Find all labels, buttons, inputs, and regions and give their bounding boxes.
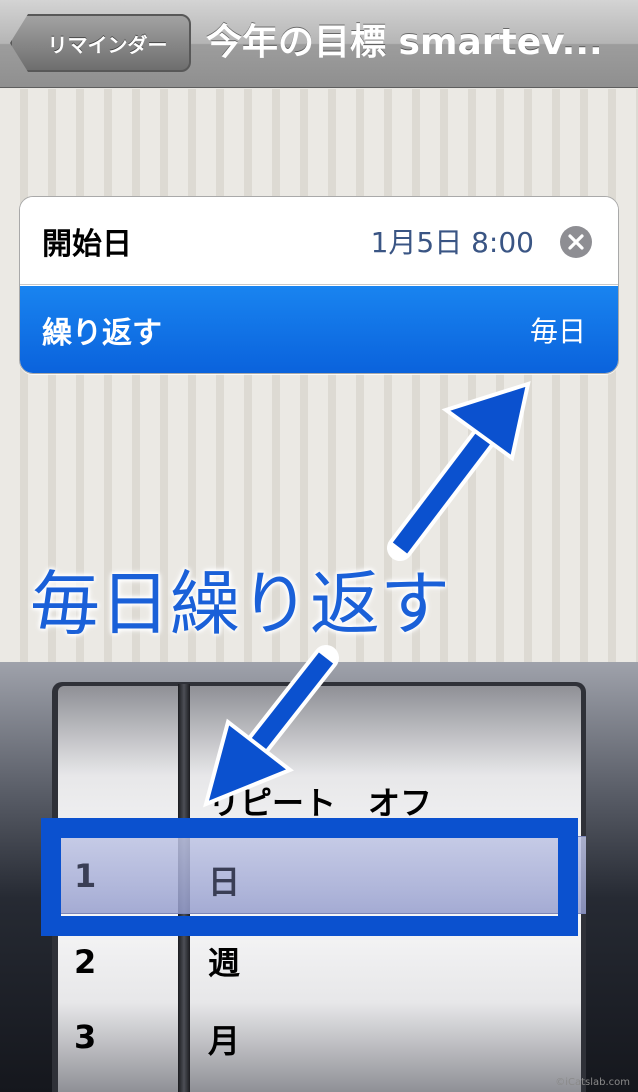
repeat-row[interactable]: 繰り返す 毎日 [20,286,618,373]
start-date-label: 開始日 [42,226,132,262]
navigation-bar: リマインダー 今年の目標 smartev... [0,0,638,88]
reminder-settings-group: 開始日 1月5日 8:00 繰り返す 毎日 [19,196,619,374]
start-date-row[interactable]: 開始日 1月5日 8:00 [20,197,618,285]
watermark: ©iCatslab.com [555,1077,630,1088]
annotation-caption: 毎日繰り返す [30,563,450,645]
interval-item-3[interactable]: 3 [74,1018,96,1056]
repeat-label: 繰り返す [42,316,162,351]
back-button-label: リマインダー [47,32,168,57]
back-button[interactable]: リマインダー [10,14,191,72]
unit-item-week[interactable]: 週 [208,938,240,984]
clear-icon[interactable] [560,226,592,258]
clear-x-glyph [568,234,584,250]
annotation-highlight-box [41,818,578,936]
start-date-value: 1月5日 8:00 [370,225,534,259]
unit-item-month[interactable]: 月 [208,1016,240,1062]
page-title: 今年の目標 smartev... [206,22,603,63]
repeat-value: 毎日 [529,315,586,348]
interval-item-2[interactable]: 2 [74,943,96,981]
